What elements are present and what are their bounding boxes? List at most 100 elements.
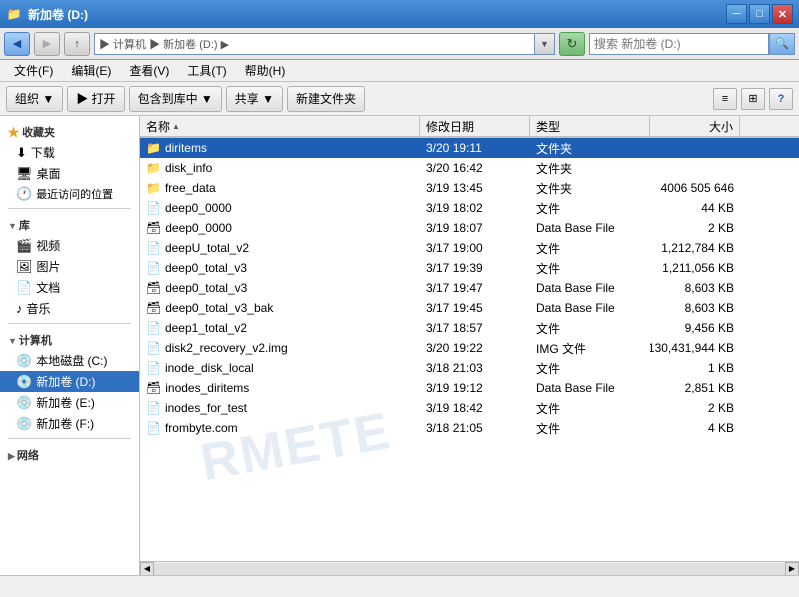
table-row[interactable]: 🗃 deep0_total_v3_bak 3/17 19:45 Data Bas… bbox=[140, 298, 799, 318]
file-cell-date: 3/17 19:45 bbox=[420, 298, 530, 318]
file-name-text: inode_disk_local bbox=[165, 361, 254, 375]
col-header-date[interactable]: 修改日期 bbox=[420, 116, 530, 136]
table-row[interactable]: 🗃 deep0_0000 3/19 18:07 Data Base File 2… bbox=[140, 218, 799, 238]
file-cell-date: 3/19 18:07 bbox=[420, 218, 530, 238]
menu-tools[interactable]: 工具(T) bbox=[179, 60, 234, 81]
search-input[interactable] bbox=[589, 33, 769, 55]
back-button[interactable]: ◀ bbox=[4, 32, 30, 56]
view-icon-button[interactable]: ⊞ bbox=[741, 88, 765, 110]
refresh-button[interactable]: ↻ bbox=[559, 32, 585, 56]
address-dropdown[interactable]: ▼ bbox=[535, 33, 555, 55]
sidebar-item-drive-c[interactable]: 💿 本地磁盘 (C:) bbox=[0, 350, 139, 371]
table-row[interactable]: 🗃 deep0_total_v3 3/17 19:47 Data Base Fi… bbox=[140, 278, 799, 298]
file-cell-name: 🗃 inodes_diritems bbox=[140, 378, 420, 398]
sidebar-item-documents-label: 文档 bbox=[36, 279, 60, 296]
sidebar-item-pictures[interactable]: 🖼 图片 bbox=[0, 256, 139, 277]
file-cell-name: 📄 frombyte.com bbox=[140, 418, 420, 438]
window-controls: ─ □ ✕ bbox=[726, 4, 793, 24]
h-scroll-left[interactable]: ◀ bbox=[140, 562, 154, 576]
table-row[interactable]: 📄 deep0_0000 3/19 18:02 文件 44 KB bbox=[140, 198, 799, 218]
h-scroll-right[interactable]: ▶ bbox=[785, 562, 799, 576]
menu-view[interactable]: 查看(V) bbox=[121, 60, 177, 81]
col-header-type[interactable]: 类型 bbox=[530, 116, 650, 136]
up-button[interactable]: ↑ bbox=[64, 32, 90, 56]
table-row[interactable]: 📁 free_data 3/19 13:45 文件夹 4006 505 646 bbox=[140, 178, 799, 198]
file-cell-size: 44 KB bbox=[650, 198, 740, 218]
file-name-text: free_data bbox=[165, 181, 216, 195]
computer-header: ▼计算机 bbox=[0, 328, 139, 350]
file-cell-date: 3/17 19:47 bbox=[420, 278, 530, 298]
sidebar-item-video[interactable]: 🎬 视频 bbox=[0, 235, 139, 256]
sidebar-item-drive-f[interactable]: 💿 新加卷 (F:) bbox=[0, 413, 139, 434]
sidebar-item-download[interactable]: ⬇ 下载 bbox=[0, 142, 139, 163]
file-cell-type: 文件夹 bbox=[530, 158, 650, 178]
sidebar-item-music[interactable]: ♪ 音乐 bbox=[0, 298, 139, 319]
col-header-name[interactable]: 名称 ▲ bbox=[140, 116, 420, 136]
file-cell-size: 1,211,056 KB bbox=[650, 258, 740, 278]
drive-c-icon: 💿 bbox=[16, 353, 32, 369]
h-scroll-track[interactable] bbox=[154, 563, 785, 575]
table-row[interactable]: 📄 disk2_recovery_v2.img 3/20 19:22 IMG 文… bbox=[140, 338, 799, 358]
file-cell-date: 3/19 19:12 bbox=[420, 378, 530, 398]
table-row[interactable]: 📄 deep0_total_v3 3/17 19:39 文件 1,211,056… bbox=[140, 258, 799, 278]
sidebar-item-drive-d[interactable]: 💿 新加卷 (D:) bbox=[0, 371, 139, 392]
table-row[interactable]: 🗃 inodes_diritems 3/19 19:12 Data Base F… bbox=[140, 378, 799, 398]
address-field[interactable]: ▶ 计算机 ▶ 新加卷 (D:) ▶ bbox=[94, 33, 535, 55]
forward-button[interactable]: ▶ bbox=[34, 32, 60, 56]
sidebar-item-drive-e[interactable]: 💿 新加卷 (E:) bbox=[0, 392, 139, 413]
file-cell-date: 3/20 19:11 bbox=[420, 138, 530, 158]
video-icon: 🎬 bbox=[16, 238, 32, 254]
file-cell-date: 3/17 18:57 bbox=[420, 318, 530, 338]
maximize-button[interactable]: □ bbox=[749, 4, 770, 24]
sidebar-item-drive-c-label: 本地磁盘 (C:) bbox=[36, 352, 107, 369]
file-cell-name: 📄 deepU_total_v2 bbox=[140, 238, 420, 258]
menu-file[interactable]: 文件(F) bbox=[6, 60, 61, 81]
table-row[interactable]: 📄 inodes_for_test 3/19 18:42 文件 2 KB bbox=[140, 398, 799, 418]
new-folder-button[interactable]: 新建文件夹 bbox=[287, 86, 365, 112]
sidebar-item-desktop[interactable]: 🖥 桌面 bbox=[0, 163, 139, 184]
file-name-text: inodes_diritems bbox=[165, 381, 249, 395]
drive-d-icon: 💿 bbox=[16, 374, 32, 390]
file-cell-type: 文件 bbox=[530, 258, 650, 278]
help-button[interactable]: ? bbox=[769, 88, 793, 110]
table-row[interactable]: 📄 inode_disk_local 3/18 21:03 文件 1 KB bbox=[140, 358, 799, 378]
include-library-button[interactable]: 包含到库中 ▼ bbox=[129, 86, 222, 112]
network-header: ▶网络 bbox=[0, 443, 139, 465]
sidebar-item-drive-e-label: 新加卷 (E:) bbox=[36, 394, 95, 411]
file-name-text: frombyte.com bbox=[165, 421, 238, 435]
file-cell-type: 文件 bbox=[530, 238, 650, 258]
share-button[interactable]: 共享 ▼ bbox=[226, 86, 283, 112]
table-row[interactable]: 📁 diritems 3/20 19:11 文件夹 bbox=[140, 138, 799, 158]
close-button[interactable]: ✕ bbox=[772, 4, 793, 24]
table-row[interactable]: 📁 disk_info 3/20 16:42 文件夹 bbox=[140, 158, 799, 178]
file-cell-size: 1,212,784 KB bbox=[650, 238, 740, 258]
libraries-section: ▼库 🎬 视频 🖼 图片 📄 文档 ♪ 音乐 bbox=[0, 213, 139, 319]
menu-help[interactable]: 帮助(H) bbox=[237, 60, 294, 81]
organize-button[interactable]: 组织 ▼ bbox=[6, 86, 63, 112]
sidebar-item-recent[interactable]: 🕐 最近访问的位置 bbox=[0, 184, 139, 204]
table-row[interactable]: 📄 frombyte.com 3/18 21:05 文件 4 KB bbox=[140, 418, 799, 438]
window: 📁 新加卷 (D:) ─ □ ✕ ◀ ▶ ↑ ▶ 计算机 ▶ 新加卷 (D:) … bbox=[0, 0, 799, 597]
search-button[interactable]: 🔍 bbox=[769, 33, 795, 55]
menu-edit[interactable]: 编辑(E) bbox=[63, 60, 119, 81]
view-detail-button[interactable]: ≡ bbox=[713, 88, 737, 110]
file-cell-type: Data Base File bbox=[530, 378, 650, 398]
horizontal-scrollbar: ◀ ▶ bbox=[140, 561, 799, 575]
file-list-container: 名称 ▲ 修改日期 类型 大小 📁 diritems 3/20 19:11 文件… bbox=[140, 116, 799, 575]
col-header-size[interactable]: 大小 bbox=[650, 116, 740, 136]
open-button[interactable]: ▶ 打开 bbox=[67, 86, 124, 112]
table-row[interactable]: 📄 deep1_total_v2 3/17 18:57 文件 9,456 KB bbox=[140, 318, 799, 338]
file-cell-size: 4 KB bbox=[650, 418, 740, 438]
file-cell-type: Data Base File bbox=[530, 218, 650, 238]
table-row[interactable]: 📄 deepU_total_v2 3/17 19:00 文件 1,212,784… bbox=[140, 238, 799, 258]
file-cell-date: 3/20 16:42 bbox=[420, 158, 530, 178]
file-cell-size: 1 KB bbox=[650, 358, 740, 378]
drive-e-icon: 💿 bbox=[16, 395, 32, 411]
minimize-button[interactable]: ─ bbox=[726, 4, 747, 24]
window-icon: 📁 bbox=[6, 6, 22, 22]
favorites-section: ★ 收藏夹 ⬇ 下载 🖥 桌面 🕐 最近访问的位置 bbox=[0, 120, 139, 204]
status-bar bbox=[0, 575, 799, 597]
file-type-icon: 📄 bbox=[146, 361, 161, 375]
sidebar-item-documents[interactable]: 📄 文档 bbox=[0, 277, 139, 298]
sidebar-item-recent-label: 最近访问的位置 bbox=[36, 186, 113, 202]
